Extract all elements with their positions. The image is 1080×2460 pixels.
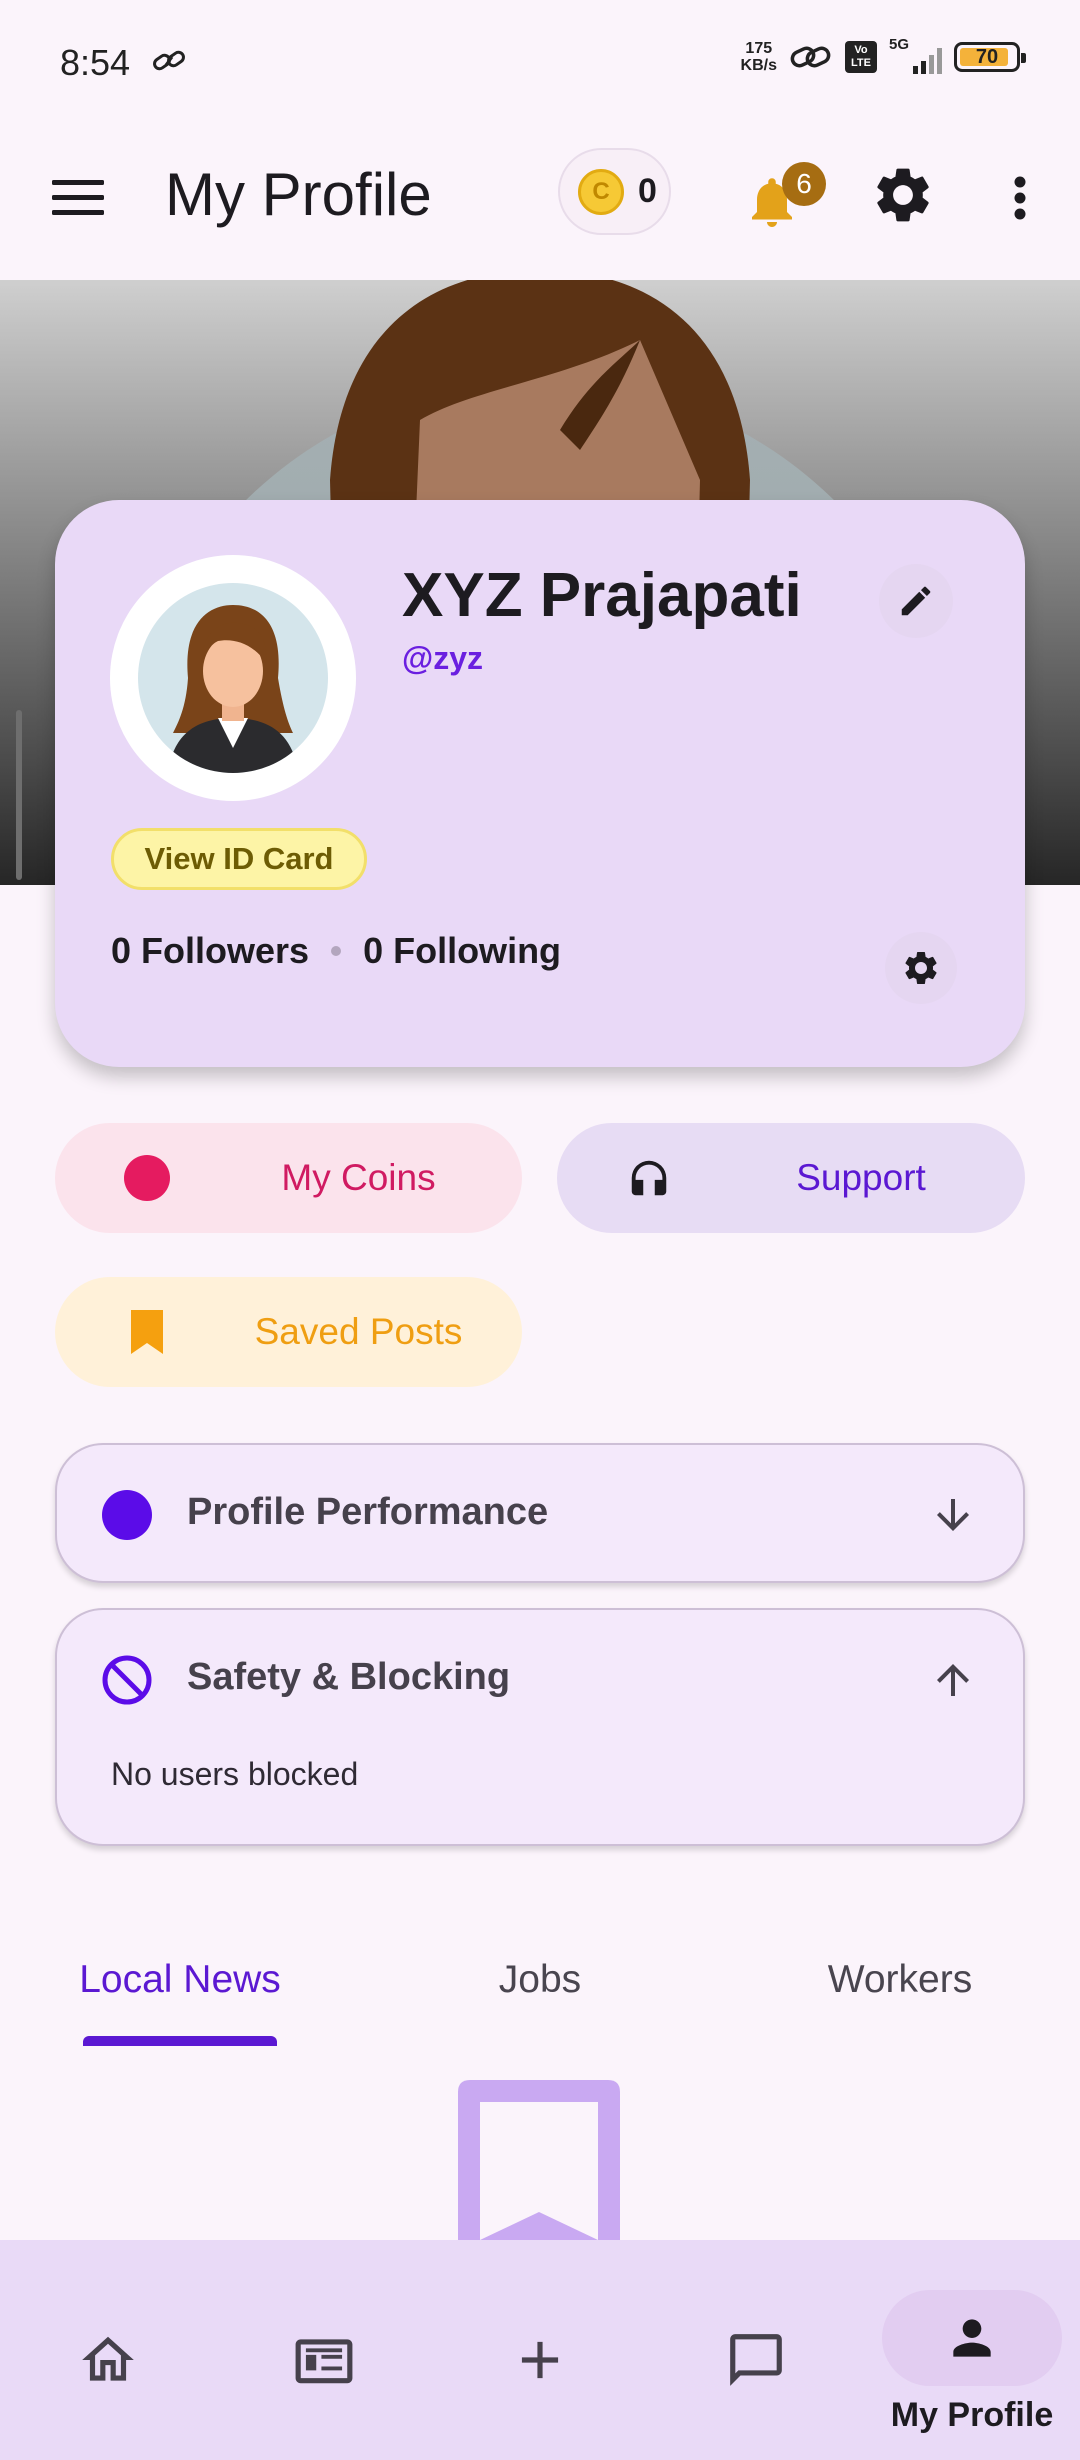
nav-active-indicator xyxy=(882,2290,1062,2386)
menu-icon[interactable] xyxy=(48,168,108,228)
arrow-down-icon[interactable] xyxy=(929,1491,977,1539)
performance-dot-icon xyxy=(102,1490,152,1540)
volte-icon: Vo LTE xyxy=(845,41,877,73)
gear-icon xyxy=(905,952,937,984)
coin-dot-icon xyxy=(123,1154,171,1202)
cover-scrollbar xyxy=(16,710,22,880)
battery-icon: 70 xyxy=(954,42,1026,72)
headset-icon xyxy=(625,1154,673,1202)
tab-jobs[interactable]: Jobs xyxy=(430,1958,650,2002)
tab-local-news[interactable]: Local News xyxy=(60,1958,300,2002)
person-icon xyxy=(953,2319,991,2357)
support-button[interactable]: Support xyxy=(557,1123,1025,1233)
hotspot-link-icon xyxy=(790,46,831,68)
network-speed: 175 KB/s xyxy=(740,40,777,74)
bottom-navigation: My Profile xyxy=(0,2240,1080,2460)
status-icons: 175 KB/s Vo LTE 5G 70 xyxy=(740,36,1026,74)
nav-my-profile-label: My Profile xyxy=(890,2396,1054,2434)
edit-profile-button[interactable] xyxy=(879,564,953,638)
avatar-ring[interactable] xyxy=(110,555,356,801)
settings-gear-icon[interactable] xyxy=(870,162,936,228)
nav-home[interactable] xyxy=(68,2320,148,2400)
chat-icon xyxy=(730,2334,782,2386)
nav-messages[interactable] xyxy=(716,2320,796,2400)
user-handle: @zyz xyxy=(402,640,483,676)
safety-blocking-section[interactable]: Safety & Blocking No users blocked xyxy=(55,1608,1025,1846)
my-coins-button[interactable]: My Coins xyxy=(55,1123,522,1233)
coin-count: 0 xyxy=(638,172,657,210)
add-icon xyxy=(521,2341,559,2379)
user-name: XYZ Prajapati xyxy=(402,561,802,630)
separator-dot xyxy=(331,946,342,956)
home-icon xyxy=(82,2336,134,2381)
notifications-button[interactable]: 6 xyxy=(742,160,826,240)
following-count[interactable]: 0 Following xyxy=(363,930,561,972)
profile-card: XYZ Prajapati @zyz View ID Card 0 Follow… xyxy=(55,500,1025,1067)
block-icon xyxy=(102,1655,152,1705)
safety-blocking-title: Safety & Blocking xyxy=(187,1656,511,1698)
signal-icon: 5G xyxy=(889,36,942,74)
status-time: 8:54 xyxy=(60,42,131,83)
app-bar: My Profile C 0 6 xyxy=(0,130,1080,280)
avatar xyxy=(138,583,328,773)
arrow-up-icon[interactable] xyxy=(929,1656,977,1704)
tab-workers[interactable]: Workers xyxy=(800,1958,1000,2002)
nav-news[interactable] xyxy=(284,2320,364,2400)
saved-posts-label: Saved Posts xyxy=(254,1311,463,1352)
more-vert-icon[interactable] xyxy=(1000,168,1040,228)
support-label: Support xyxy=(796,1157,926,1198)
notification-badge: 6 xyxy=(782,162,826,206)
profile-settings-button[interactable] xyxy=(885,932,957,1004)
page-title: My Profile xyxy=(165,161,432,228)
nav-my-profile[interactable]: My Profile xyxy=(882,2270,1062,2450)
my-coins-label: My Coins xyxy=(281,1157,436,1198)
news-icon xyxy=(295,2339,353,2384)
profile-performance-title: Profile Performance xyxy=(187,1491,549,1533)
coin-balance-chip[interactable]: C 0 xyxy=(558,148,671,235)
followers-count[interactable]: 0 Followers xyxy=(111,930,309,972)
saved-posts-button[interactable]: Saved Posts xyxy=(55,1277,522,1387)
active-tab-indicator xyxy=(83,2036,277,2046)
view-id-card-button[interactable]: View ID Card xyxy=(111,828,367,890)
blocked-users-status: No users blocked xyxy=(111,1756,359,1792)
follow-stats: 0 Followers 0 Following xyxy=(111,930,561,972)
pencil-icon xyxy=(901,586,931,616)
coin-icon: C xyxy=(578,168,624,215)
link-icon xyxy=(153,50,185,71)
bookmark-icon xyxy=(123,1308,171,1356)
nav-add-post[interactable] xyxy=(500,2320,580,2400)
avatar-illustration xyxy=(168,605,298,773)
status-bar: 8:54 175 KB/s Vo LTE 5G 70 xyxy=(0,0,1080,130)
content-tabs: Local News Jobs Workers xyxy=(0,1940,1080,2050)
empty-bookmark-icon xyxy=(458,2080,620,2240)
profile-performance-section[interactable]: Profile Performance xyxy=(55,1443,1025,1583)
